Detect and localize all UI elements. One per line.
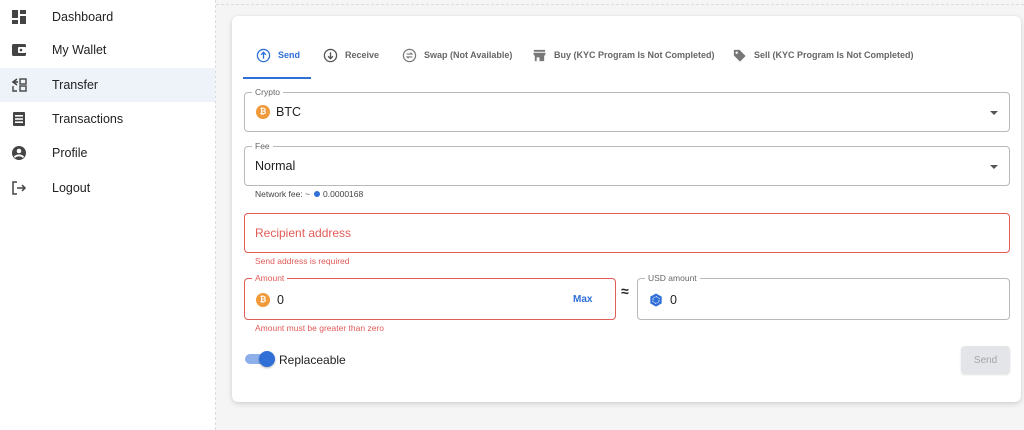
crypto-label: Crypto [252, 87, 284, 97]
network-coin-icon [314, 191, 321, 197]
tab-receive[interactable]: Receive [323, 45, 379, 65]
sidebar-item-logout[interactable]: Logout [0, 171, 215, 205]
network-fee-prefix: Network fee: ~ [255, 189, 311, 199]
sidebar: Dashboard My Wallet Transfer Transaction… [0, 0, 216, 430]
sidebar-item-label: Profile [52, 146, 88, 160]
transactions-icon [13, 112, 25, 126]
recipient-placeholder: Recipient address [255, 226, 352, 240]
approx-symbol: ≈ [621, 283, 629, 299]
usd-coin-icon [650, 293, 662, 307]
tab-send[interactable]: Send [256, 45, 300, 65]
replaceable-toggle[interactable] [245, 351, 275, 367]
sidebar-item-label: My Wallet [52, 43, 107, 57]
sidebar-item-transfer[interactable]: Transfer [0, 68, 215, 102]
network-fee-info: Network fee: ~ 0.0000168 [255, 189, 363, 199]
main-content: Send Receive Swap (Not Available) Buy (K… [216, 0, 1024, 430]
swap-icon [402, 48, 417, 62]
arrow-up-circle-icon [256, 48, 271, 62]
wallet-icon [12, 44, 26, 56]
sidebar-item-label: Transactions [52, 112, 124, 126]
max-button[interactable]: Max [573, 294, 592, 305]
tab-swap[interactable]: Swap (Not Available) [402, 45, 512, 65]
amount-input[interactable]: Amount ₿ 0 Max [244, 273, 616, 320]
tab-label: Send [278, 50, 301, 60]
usd-amount-label: USD amount [645, 273, 700, 283]
fee-select[interactable]: Fee Normal [244, 141, 1010, 186]
top-divider [216, 4, 1024, 5]
fee-value: Normal [255, 159, 296, 173]
fee-label: Fee [252, 141, 273, 151]
tab-label: Sell (KYC Program Is Not Completed) [754, 50, 914, 60]
sidebar-item-label: Logout [52, 181, 91, 195]
tab-sell[interactable]: Sell (KYC Program Is Not Completed) [732, 45, 914, 65]
amount-error: Amount must be greater than zero [255, 323, 384, 333]
logout-icon [12, 181, 27, 195]
chevron-down-icon [990, 165, 998, 169]
usd-amount-input[interactable]: USD amount 0 [637, 273, 1010, 320]
arrow-down-circle-icon [323, 48, 338, 62]
recipient-error: Send address is required [255, 256, 350, 266]
bitcoin-icon: ₿ [256, 293, 270, 307]
transfer-icon [11, 78, 27, 92]
crypto-select[interactable]: Crypto ₿ BTC [244, 87, 1010, 132]
sidebar-item-label: Transfer [52, 78, 99, 92]
crypto-value: BTC [276, 105, 301, 119]
tab-buy[interactable]: Buy (KYC Program Is Not Completed) [532, 45, 715, 65]
transfer-card: Send Receive Swap (Not Available) Buy (K… [232, 16, 1021, 402]
replaceable-label: Replaceable [279, 353, 346, 367]
amount-label: Amount [252, 273, 288, 283]
sidebar-item-my-wallet[interactable]: My Wallet [0, 33, 215, 67]
active-tab-indicator [243, 77, 311, 79]
sidebar-item-label: Dashboard [52, 10, 114, 24]
bitcoin-icon: ₿ [256, 105, 270, 119]
store-icon [533, 49, 546, 61]
network-fee-value: 0.0000168 [323, 189, 364, 199]
profile-icon [12, 146, 26, 160]
sidebar-item-dashboard[interactable]: Dashboard [0, 0, 215, 34]
toggle-thumb [259, 351, 275, 367]
sidebar-item-profile[interactable]: Profile [0, 136, 215, 170]
recipient-address-input[interactable]: Recipient address [244, 213, 1010, 253]
send-button[interactable]: Send [961, 346, 1010, 374]
tab-label: Receive [345, 50, 380, 60]
sidebar-item-transactions[interactable]: Transactions [0, 102, 215, 136]
usd-amount-value: 0 [670, 293, 677, 307]
tag-icon [733, 49, 746, 62]
amount-value: 0 [277, 293, 284, 307]
tab-label: Buy (KYC Program Is Not Completed) [554, 50, 715, 60]
tab-label: Swap (Not Available) [424, 50, 513, 60]
dashboard-icon [12, 10, 26, 24]
chevron-down-icon [990, 111, 998, 115]
